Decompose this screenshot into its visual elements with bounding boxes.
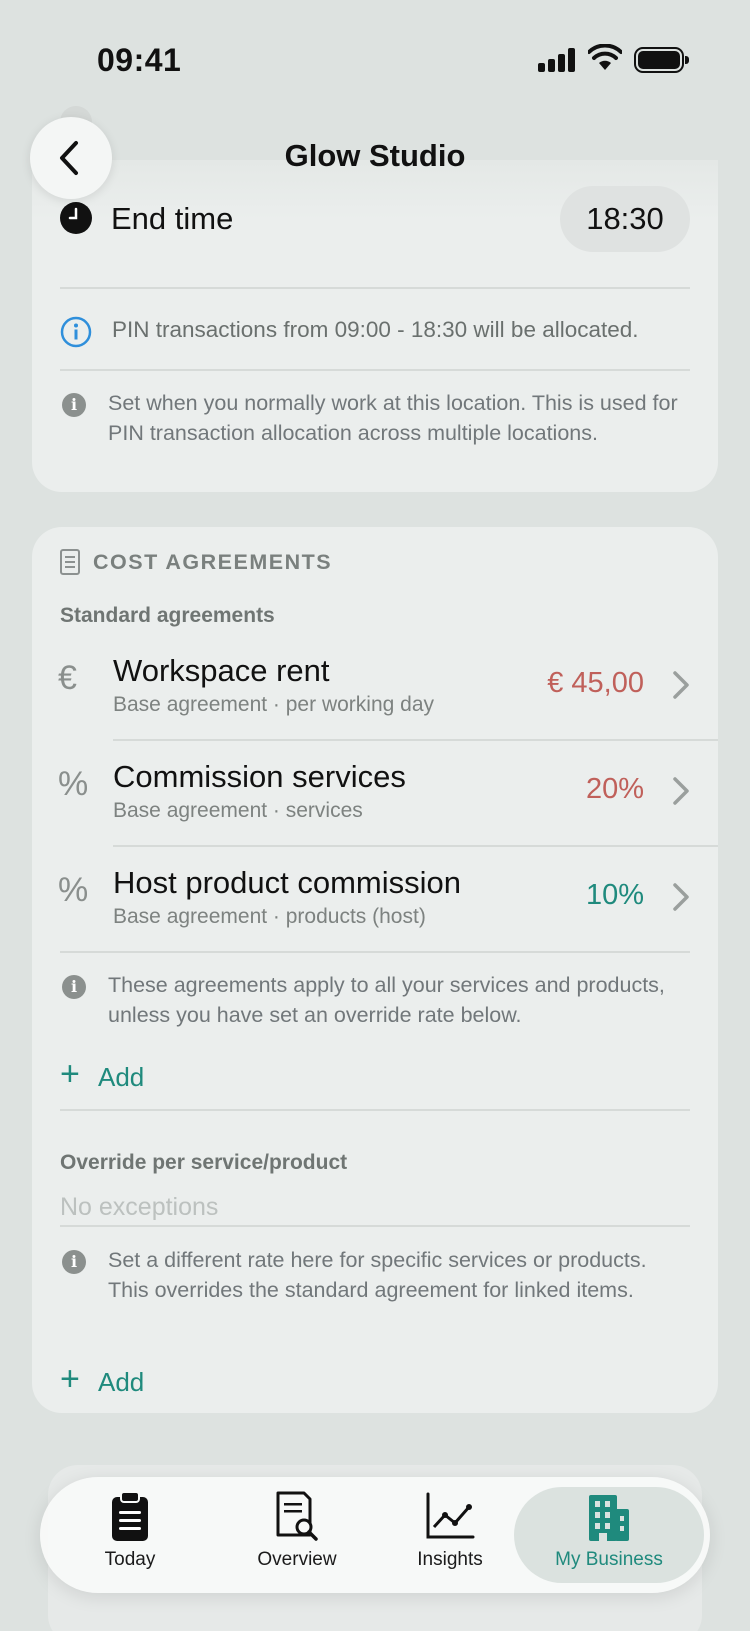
add-label: Add xyxy=(98,1062,145,1092)
chevron-right-icon xyxy=(673,671,689,699)
divider xyxy=(60,1225,690,1227)
tab-label: Today xyxy=(104,1549,156,1570)
agreement-row-host-product-commission[interactable]: % Host product commission Base agreement… xyxy=(32,845,718,951)
tab-label: Overview xyxy=(257,1549,337,1570)
divider xyxy=(60,1109,690,1111)
tab-label: Insights xyxy=(417,1549,483,1570)
override-note-text: Set a different rate here for specific s… xyxy=(108,1248,647,1302)
end-time-label: End time xyxy=(111,201,234,236)
divider xyxy=(60,369,690,371)
standard-agreements-title: Standard agreements xyxy=(60,604,275,627)
cellular-signal-icon xyxy=(538,48,575,72)
page-title: Glow Studio xyxy=(284,138,466,173)
agreement-amount: 10% xyxy=(585,879,644,911)
override-empty-state: No exceptions xyxy=(60,1193,219,1221)
agreement-amount: 20% xyxy=(585,773,644,805)
add-label: Add xyxy=(98,1367,145,1397)
tab-insights[interactable]: Insights xyxy=(380,1477,520,1593)
standard-agreements-note: i These agreements apply to all your ser… xyxy=(60,970,690,1032)
agreement-subtitle: Base agreement · products (host) xyxy=(113,905,426,928)
work-hours-card: End time 18:30 PIN transactions from 09:… xyxy=(32,160,718,492)
add-agreement-button[interactable]: + Add xyxy=(60,1056,200,1096)
tab-bar: Today Overview Insights My Business xyxy=(40,1477,710,1593)
percent-icon: % xyxy=(58,871,89,909)
document-icon xyxy=(60,549,80,575)
allocation-info: PIN transactions from 09:00 - 18:30 will… xyxy=(60,312,700,352)
chevron-right-icon xyxy=(673,777,689,805)
plus-icon: + xyxy=(60,1055,80,1093)
battery-icon xyxy=(634,47,689,73)
work-hours-note: i Set when you normally work at this loc… xyxy=(60,388,690,478)
info-icon: i xyxy=(62,1250,86,1274)
agreement-title: Commission services xyxy=(113,759,406,794)
agreement-amount: € 45,00 xyxy=(547,667,644,699)
clock-icon xyxy=(60,202,92,234)
clipboard-icon xyxy=(112,1491,148,1541)
allocation-info-text: PIN transactions from 09:00 - 18:30 will… xyxy=(112,317,639,342)
info-circle-icon xyxy=(60,316,92,348)
tab-my-business[interactable]: My Business xyxy=(514,1487,704,1583)
tab-overview[interactable]: Overview xyxy=(222,1477,372,1593)
tab-label: My Business xyxy=(555,1549,663,1570)
plus-icon: + xyxy=(60,1360,80,1398)
status-time: 09:41 xyxy=(97,42,182,78)
agreement-subtitle: Base agreement · services xyxy=(113,799,363,822)
agreement-title: Host product commission xyxy=(113,865,462,900)
standard-agreements-note-text: These agreements apply to all your servi… xyxy=(108,973,665,1027)
document-search-icon xyxy=(276,1491,318,1541)
tab-today[interactable]: Today xyxy=(60,1477,200,1593)
work-hours-note-text: Set when you normally work at this locat… xyxy=(108,391,678,445)
chevron-right-icon xyxy=(673,883,689,911)
divider xyxy=(60,951,690,953)
line-chart-icon xyxy=(426,1492,475,1539)
override-title: Override per service/product xyxy=(60,1151,348,1174)
section-title: COST AGREEMENTS xyxy=(93,550,333,574)
end-time-value[interactable]: 18:30 xyxy=(560,186,690,252)
info-icon: i xyxy=(62,975,86,999)
agreement-subtitle: Base agreement · per working day xyxy=(113,693,434,716)
end-time-row[interactable]: End time 18:30 xyxy=(60,184,690,254)
wifi-icon xyxy=(587,43,623,72)
building-icon xyxy=(589,1495,629,1541)
cost-agreements-card: COST AGREEMENTS Standard agreements € Wo… xyxy=(32,527,718,1413)
info-icon: i xyxy=(62,393,86,417)
divider xyxy=(60,287,690,289)
add-override-button[interactable]: + Add xyxy=(60,1361,200,1401)
agreement-row-workspace-rent[interactable]: € Workspace rent Base agreement · per wo… xyxy=(32,633,718,739)
agreement-title: Workspace rent xyxy=(113,653,330,688)
status-bar: 09:41 xyxy=(0,0,750,120)
euro-icon: € xyxy=(58,659,77,697)
override-note: i Set a different rate here for specific… xyxy=(60,1245,690,1337)
percent-icon: % xyxy=(58,765,89,803)
agreement-row-commission-services[interactable]: % Commission services Base agreement · s… xyxy=(32,739,718,845)
